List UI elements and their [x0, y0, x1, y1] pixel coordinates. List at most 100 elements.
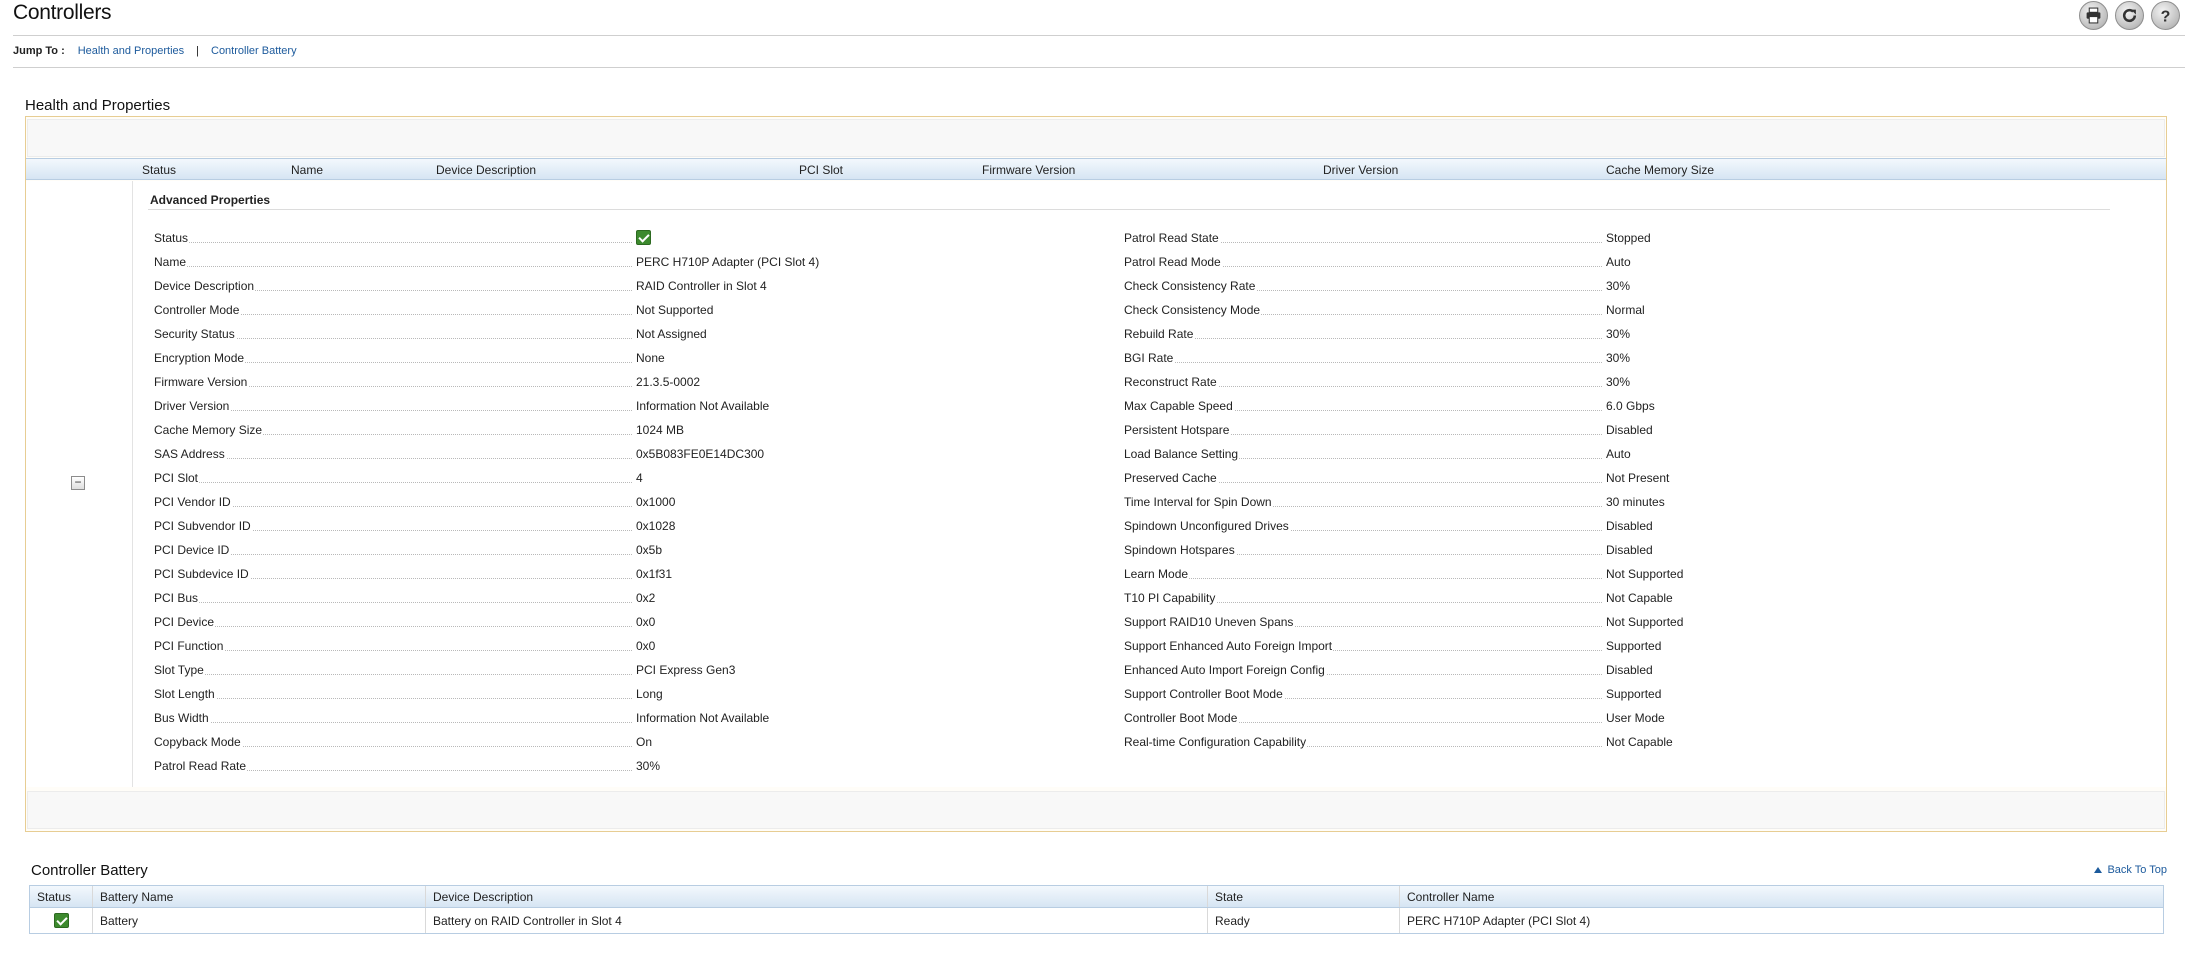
col-header-cache-memory-size[interactable]: Cache Memory Size: [1606, 163, 1714, 177]
property-label: PCI Bus: [154, 591, 200, 605]
property-label: PCI Device: [154, 615, 216, 629]
property-label: Status: [154, 231, 190, 245]
property-value: Information Not Available: [636, 711, 770, 725]
toolbar: ?: [2079, 1, 2180, 30]
property-label: Real-time Configuration Capability: [1124, 735, 1308, 749]
property-label: Security Status: [154, 327, 236, 341]
property-label: SAS Address: [154, 447, 226, 461]
property-label: Patrol Read Rate: [154, 759, 248, 773]
section-title-battery: Controller Battery: [31, 862, 148, 879]
property-label: Copyback Mode: [154, 735, 242, 749]
property-row: Encryption Mode None: [154, 351, 1036, 367]
property-value: 30%: [636, 759, 661, 773]
col-header-state[interactable]: State: [1208, 886, 1400, 907]
property-row: Patrol Read State Stopped: [1124, 231, 2006, 247]
property-row: Controller Mode Not Supported: [154, 303, 1036, 319]
property-value: 21.3.5-0002: [636, 375, 701, 389]
property-label: Spindown Unconfigured Drives: [1124, 519, 1290, 533]
property-label: Enhanced Auto Import Foreign Config: [1124, 663, 1326, 677]
leader-dots: [154, 266, 632, 267]
jump-link-health[interactable]: Health and Properties: [78, 45, 184, 57]
property-value: Auto: [1606, 447, 1631, 461]
jump-link-battery[interactable]: Controller Battery: [211, 45, 297, 57]
property-value: 0x0: [636, 639, 656, 653]
leader-dots: [154, 482, 632, 483]
status-ok-icon: [53, 913, 69, 928]
printer-icon[interactable]: [2079, 1, 2108, 30]
property-value: Disabled: [1606, 543, 1653, 557]
col-header-status[interactable]: Status: [30, 886, 93, 907]
property-label: Check Consistency Rate: [1124, 279, 1257, 293]
state-cell: Ready: [1208, 908, 1400, 933]
property-value: 30 minutes: [1606, 495, 1665, 509]
col-header-controller-name[interactable]: Controller Name: [1400, 886, 2163, 907]
property-row: Persistent Hotspare Disabled: [1124, 423, 2006, 439]
property-label: Slot Type: [154, 663, 205, 677]
property-value: None: [636, 351, 665, 365]
col-header-firmware-version[interactable]: Firmware Version: [982, 163, 1075, 177]
help-icon[interactable]: ?: [2151, 1, 2180, 30]
property-label: PCI Function: [154, 639, 225, 653]
property-row: PCI Subvendor ID 0x1028: [154, 519, 1036, 535]
col-header-device-description[interactable]: Device Description: [426, 886, 1208, 907]
property-label: Rebuild Rate: [1124, 327, 1195, 341]
property-row: Enhanced Auto Import Foreign Config Disab…: [1124, 663, 2006, 679]
property-row: Status: [154, 230, 1036, 247]
property-row: Driver Version Information Not Available: [154, 399, 1036, 415]
property-value: Information Not Available: [636, 399, 770, 413]
expander-column: −: [26, 181, 133, 787]
property-value: 30%: [1606, 279, 1631, 293]
battery-name-cell: Battery: [93, 908, 426, 933]
property-value: Supported: [1606, 687, 1662, 701]
property-row: Check Consistency Mode Normal: [1124, 303, 2006, 319]
property-value: Not Supported: [1606, 615, 1684, 629]
advanced-properties-title: Advanced Properties: [150, 193, 271, 207]
col-header-pci-slot[interactable]: PCI Slot: [799, 163, 843, 177]
battery-table-header: Status Battery Name Device Description S…: [30, 886, 2163, 908]
property-row: BGI Rate 30%: [1124, 351, 2006, 367]
col-header-name[interactable]: Name: [291, 163, 323, 177]
property-value: [636, 230, 651, 246]
property-label: Spindown Hotspares: [1124, 543, 1236, 557]
property-value: Disabled: [1606, 519, 1653, 533]
property-label: Controller Boot Mode: [1124, 711, 1239, 725]
property-row: PCI Subdevice ID 0x1f31: [154, 567, 1036, 583]
property-value: 0x1000: [636, 495, 676, 509]
property-value: RAID Controller in Slot 4: [636, 279, 767, 293]
panel-top-band: [27, 119, 2165, 157]
property-label: Driver Version: [154, 399, 231, 413]
col-header-driver-version[interactable]: Driver Version: [1323, 163, 1398, 177]
property-label: Learn Mode: [1124, 567, 1190, 581]
col-header-battery-name[interactable]: Battery Name: [93, 886, 426, 907]
back-to-top-link[interactable]: Back To Top: [2094, 864, 2167, 876]
property-row: Learn Mode Not Supported: [1124, 567, 2006, 583]
property-row: PCI Slot 4: [154, 471, 1036, 487]
property-value: 0x5b: [636, 543, 663, 557]
refresh-icon[interactable]: [2115, 1, 2144, 30]
leader-dots: [1124, 362, 1602, 363]
property-row: PCI Function 0x0: [154, 639, 1036, 655]
col-header-device-description[interactable]: Device Description: [436, 163, 536, 177]
collapse-toggle[interactable]: −: [71, 476, 85, 490]
property-value: User Mode: [1606, 711, 1665, 725]
property-row: Support Controller Boot Mode Supported: [1124, 687, 2006, 703]
property-row: Cache Memory Size 1024 MB: [154, 423, 1036, 439]
property-row: Support Enhanced Auto Foreign Import Supp…: [1124, 639, 2006, 655]
property-label: Patrol Read State: [1124, 231, 1220, 245]
status-ok-icon: [636, 230, 651, 246]
health-table-body: − Advanced Properties Status Name PERC H71…: [26, 181, 2166, 787]
property-label: PCI Subvendor ID: [154, 519, 252, 533]
property-label: Controller Mode: [154, 303, 241, 317]
property-label: Preserved Cache: [1124, 471, 1218, 485]
property-row: Copyback Mode On: [154, 735, 1036, 751]
status-cell: [30, 908, 93, 933]
property-value: 6.0 Gbps: [1606, 399, 1655, 413]
property-row: PCI Device ID 0x5b: [154, 543, 1036, 559]
leader-dots: [154, 650, 632, 651]
col-header-status[interactable]: Status: [142, 163, 176, 177]
property-value: Not Supported: [636, 303, 714, 317]
property-row: PCI Vendor ID 0x1000: [154, 495, 1036, 511]
property-value: Not Capable: [1606, 591, 1673, 605]
property-value: 30%: [1606, 351, 1631, 365]
property-row: PCI Device 0x0: [154, 615, 1036, 631]
